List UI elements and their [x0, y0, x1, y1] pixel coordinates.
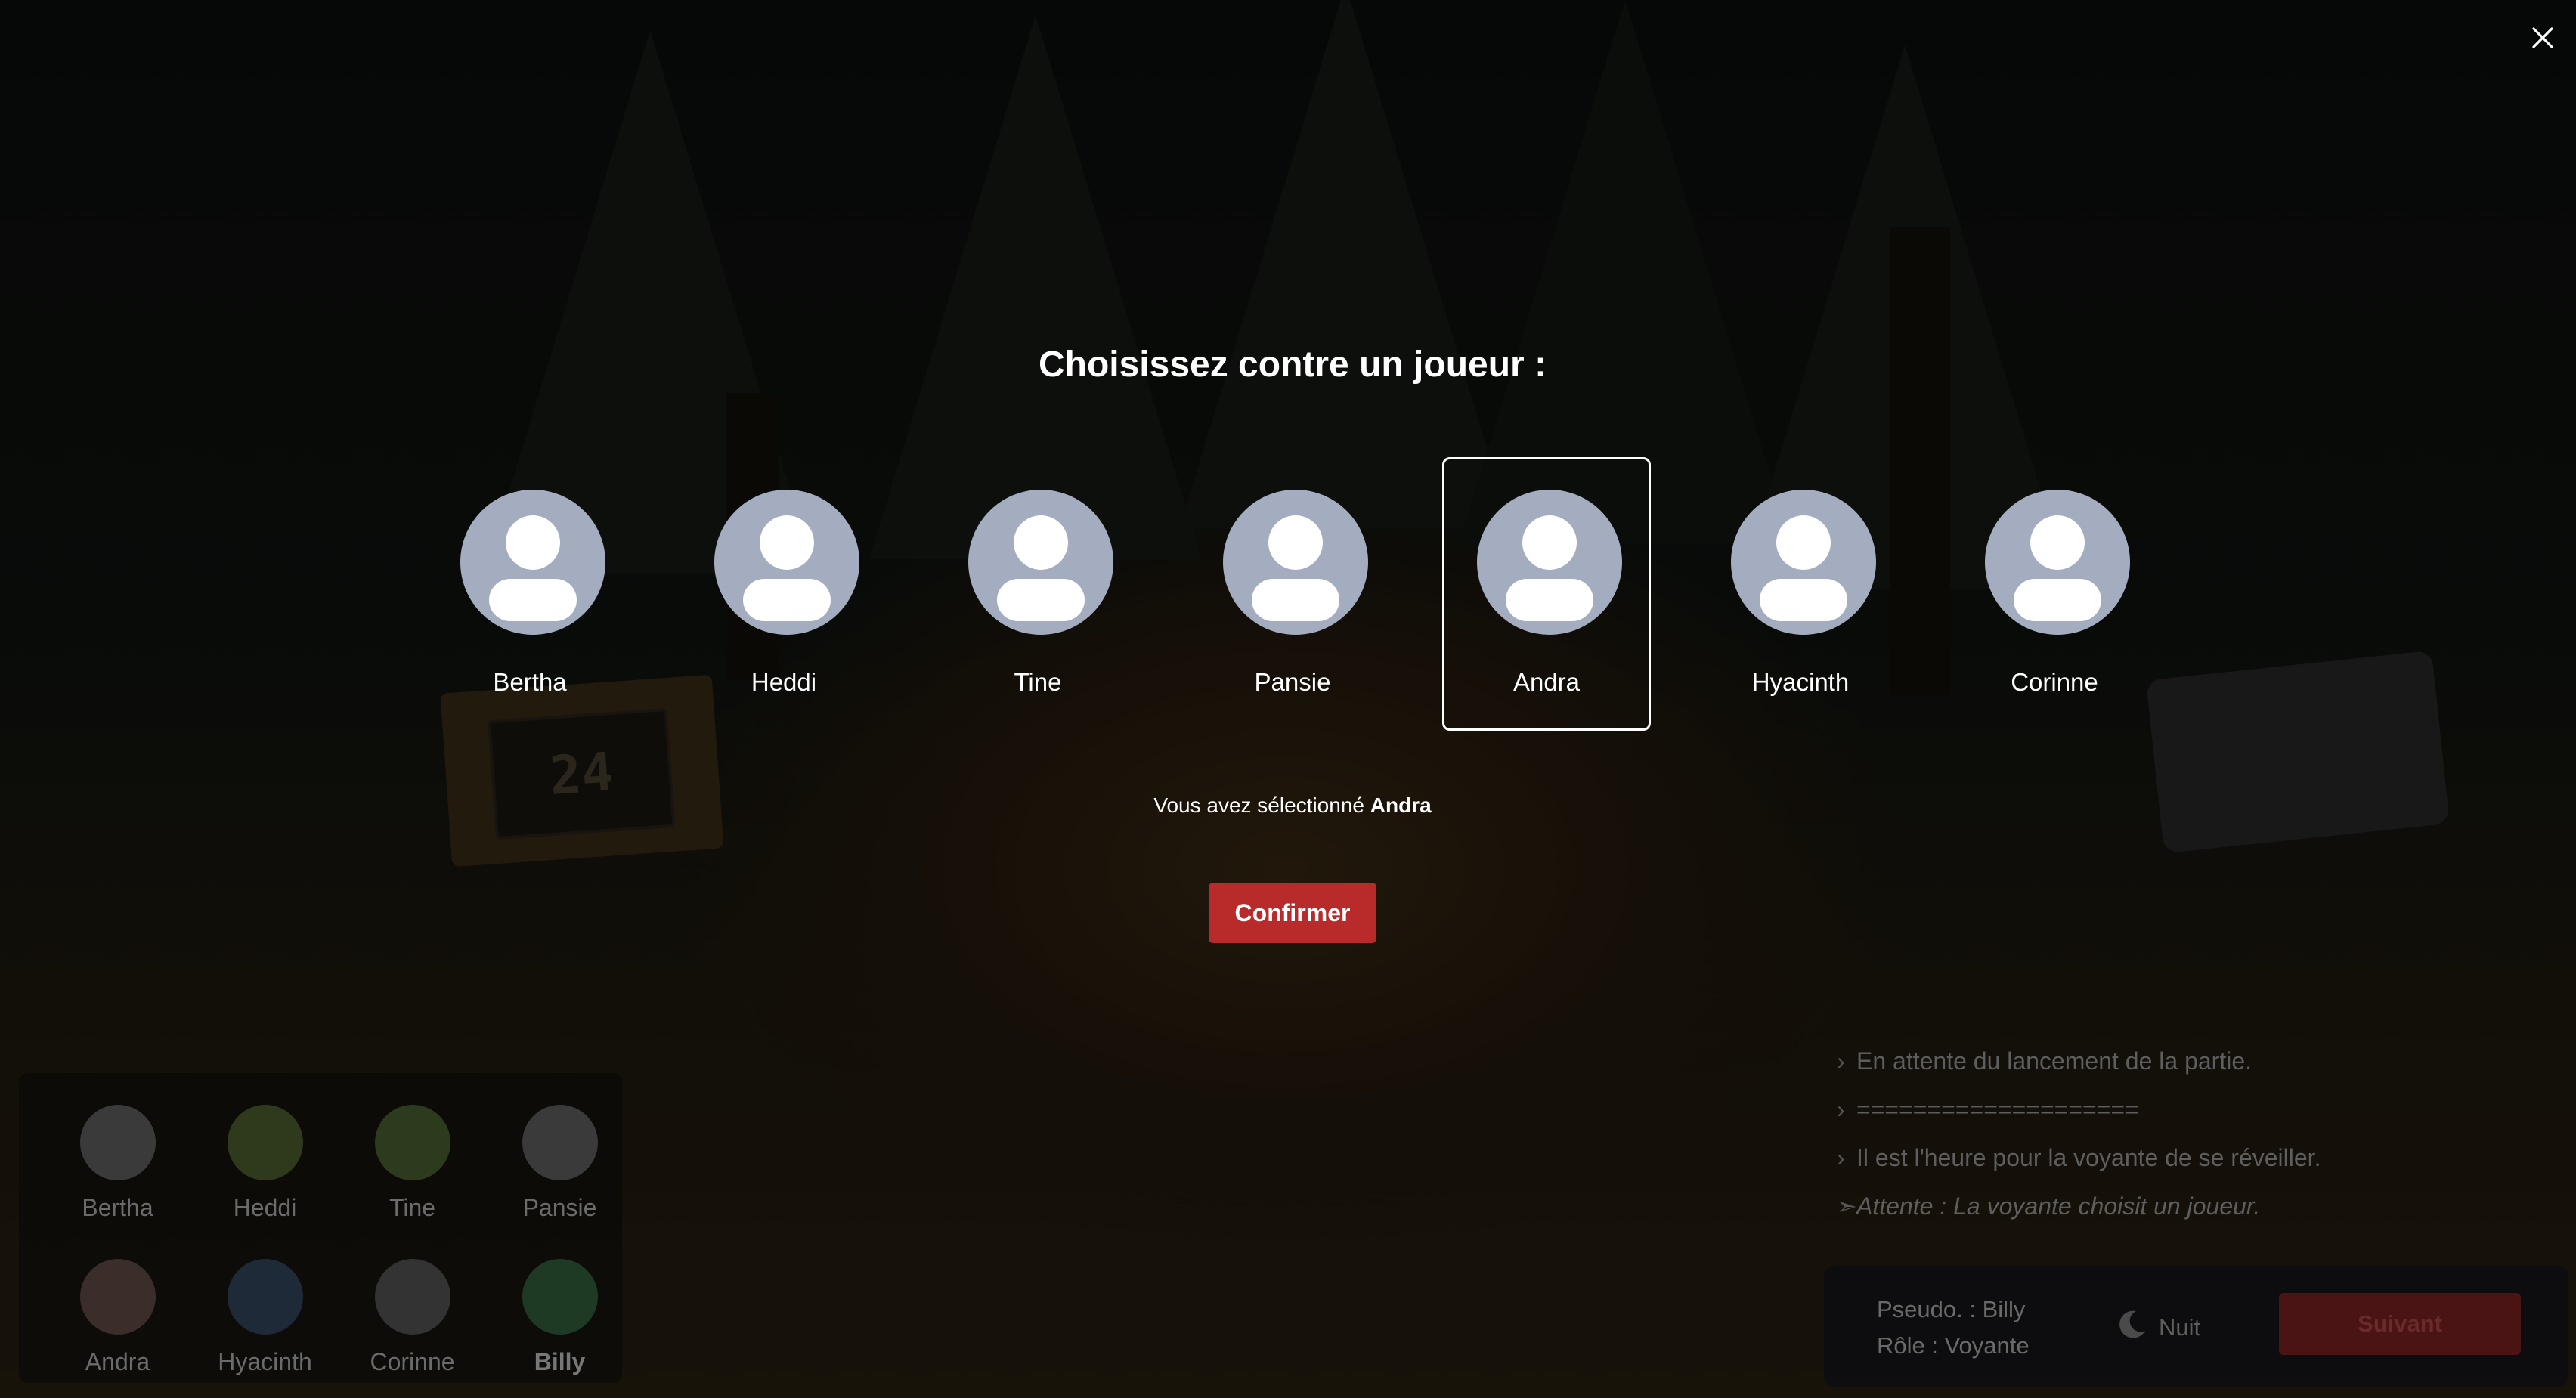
player-option-name: Pansie [1254, 668, 1331, 696]
panel-player-name: Andra [85, 1348, 150, 1375]
panel-player: Andra [44, 1241, 191, 1384]
player-option-name: Tine [1014, 668, 1062, 696]
game-log: › En attente du lancement de la partie. ›… [1837, 1044, 2517, 1238]
moon-icon [2115, 1308, 2148, 1347]
selection-summary: Vous avez sélectionné Andra [0, 793, 2576, 818]
phase-indicator: Nuit [2115, 1308, 2200, 1347]
log-arrow-icon: › [1837, 1096, 1845, 1123]
player-avatar [375, 1259, 450, 1335]
role-label: Rôle : Voyante [1877, 1332, 2030, 1359]
panel-player-name: Pansie [522, 1194, 597, 1221]
player-option-andra[interactable]: Andra [1442, 457, 1651, 731]
panel-player-name: Bertha [82, 1194, 153, 1221]
pseudo-label: Pseudo. : Billy [1877, 1296, 2026, 1322]
player-option-bertha[interactable]: Bertha [426, 457, 634, 731]
player-avatar [375, 1105, 450, 1180]
player-option-hyacinth[interactable]: Hyacinth [1696, 457, 1905, 731]
user-avatar-icon [968, 490, 1113, 635]
log-entry: ➣Attente : La voyante choisit un joueur. [1837, 1189, 2517, 1238]
player-avatar [228, 1259, 303, 1335]
player-avatar [522, 1259, 598, 1335]
player-option-pansie[interactable]: Pansie [1188, 457, 1397, 731]
panel-player-name: Corinne [370, 1348, 455, 1375]
selection-prefix: Vous avez sélectionné [1153, 793, 1364, 817]
close-button[interactable] [2522, 17, 2564, 59]
player-option-corinne[interactable]: Corinne [1950, 457, 2159, 731]
user-avatar-icon [1731, 490, 1876, 635]
panel-player-name: Heddi [233, 1194, 297, 1221]
user-avatar-icon [1985, 490, 2130, 635]
player-avatar [522, 1105, 598, 1180]
panel-player-name: Hyacinth [218, 1348, 312, 1375]
panel-player: Tine [339, 1087, 486, 1230]
players-panel: Bertha Heddi Tine Pansie Andra Hyacinth … [19, 1073, 622, 1383]
status-bar: Pseudo. : Billy Rôle : Voyante Nuit Suiv… [1824, 1266, 2568, 1387]
player-option-tine[interactable]: Tine [933, 457, 1142, 731]
player-info: Pseudo. : Billy Rôle : Voyante [1877, 1291, 2030, 1364]
panel-player-name: Tine [389, 1194, 436, 1221]
close-icon [2532, 27, 2553, 48]
user-avatar-icon [1477, 490, 1622, 635]
player-option-name: Andra [1512, 668, 1581, 696]
player-option-name: Corinne [2011, 668, 2098, 696]
panel-player: Pansie [486, 1087, 633, 1230]
next-button[interactable]: Suivant [2279, 1293, 2521, 1355]
panel-player-self: Billy [486, 1241, 633, 1384]
log-entry: › Il est l'heure pour la voyante de se ré… [1837, 1141, 2517, 1189]
panel-player: Bertha [44, 1087, 191, 1230]
panel-player: Heddi [191, 1087, 339, 1230]
player-choice-list: Bertha Heddi Tine Pansie Andra Hyacinth … [0, 457, 2576, 733]
panel-player: Hyacinth [191, 1241, 339, 1384]
user-avatar-icon [1223, 490, 1368, 635]
selected-player-name: Andra [1370, 793, 1432, 817]
player-avatar [228, 1105, 303, 1180]
log-entry: › ==================== [1837, 1093, 2517, 1141]
player-avatar [80, 1105, 156, 1180]
log-arrow-icon: › [1837, 1144, 1845, 1171]
modal-title: Choisissez contre un joueur : [1038, 345, 1547, 385]
log-arrow-icon: › [1837, 1047, 1845, 1075]
player-option-name: Hyacinth [1751, 668, 1850, 696]
user-avatar-icon [460, 490, 605, 635]
confirm-button[interactable]: Confirmer [1209, 883, 1376, 943]
panel-player: Corinne [339, 1241, 486, 1384]
log-entry: › En attente du lancement de la partie. [1837, 1044, 2517, 1093]
player-option-name: Heddi [751, 668, 817, 696]
player-avatar [80, 1259, 156, 1335]
user-avatar-icon [714, 490, 859, 635]
phase-label: Nuit [2159, 1314, 2201, 1341]
player-option-heddi[interactable]: Heddi [680, 457, 888, 731]
panel-player-name: Billy [534, 1348, 586, 1375]
player-option-name: Bertha [493, 668, 567, 696]
log-arrow-icon: ➣ [1837, 1192, 1857, 1220]
